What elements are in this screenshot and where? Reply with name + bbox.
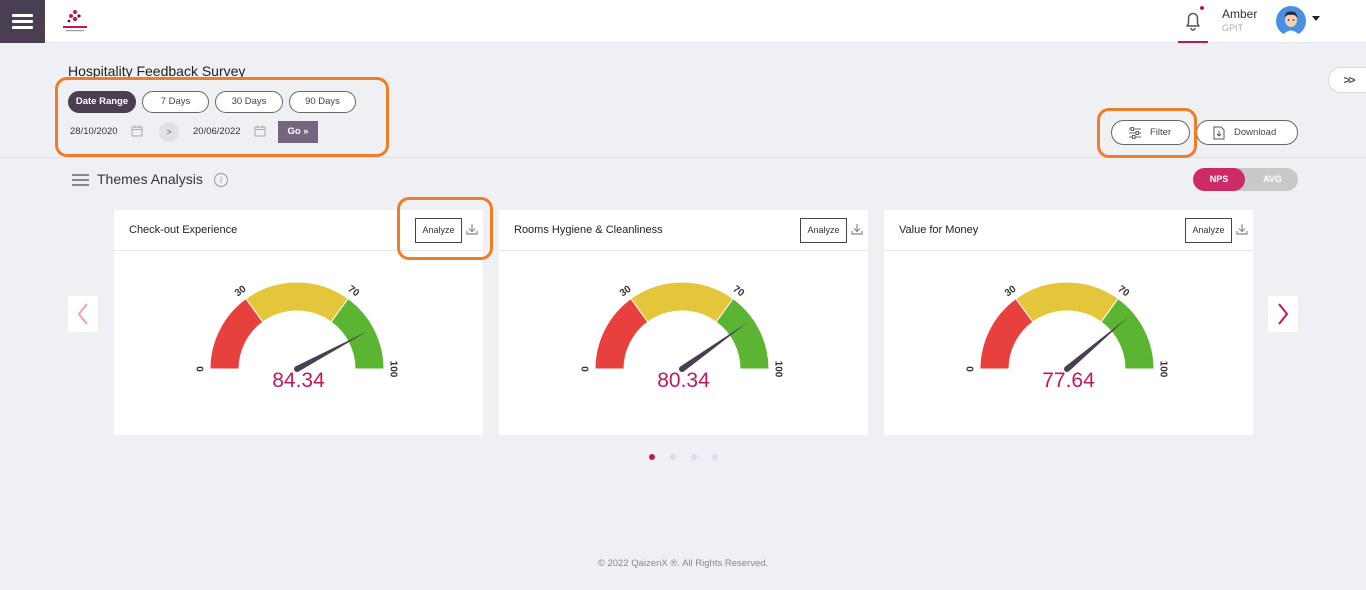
info-icon[interactable]: i — [214, 173, 228, 187]
download-icon[interactable] — [466, 223, 478, 235]
download-button[interactable]: Download — [1196, 120, 1298, 145]
chevron-right-icon: > — [166, 127, 172, 137]
gauge-band — [1015, 281, 1119, 323]
analyze-button[interactable]: Analyze — [415, 218, 462, 243]
gauge-chart: 0 30 70 100 — [966, 281, 1168, 378]
bell-icon — [1186, 6, 1204, 31]
7-days-button[interactable]: 7 Days — [142, 91, 209, 113]
company-logo — [63, 10, 87, 32]
gauge-needle-hub — [1064, 366, 1070, 372]
carousel-prev-button[interactable] — [68, 296, 98, 332]
expand-panel-button[interactable]: >> — [1328, 67, 1366, 93]
carousel-next-button[interactable] — [1268, 296, 1298, 332]
date-controls-highlight — [55, 77, 389, 157]
date-range-button[interactable]: Date Range — [68, 91, 136, 113]
theme-card: Rooms Hygiene & Cleanliness Analyze 80.3… — [499, 210, 868, 435]
gauge-tick-label: 100 — [387, 361, 398, 378]
card-title: Rooms Hygiene & Cleanliness — [514, 224, 663, 236]
card-title: Value for Money — [899, 224, 979, 236]
calendar-icon[interactable] — [254, 125, 266, 137]
gauge-needle-hub — [679, 366, 685, 372]
gauge-tick-label: 70 — [1116, 284, 1132, 300]
chevron-left-icon — [77, 303, 88, 325]
from-date-field[interactable]: 28/10/2020 — [70, 126, 118, 137]
gauge-tick-label: 30 — [233, 283, 249, 299]
calendar-icon[interactable] — [131, 125, 143, 137]
footer-copyright: © 2022 QaizenX ®. All Rights Reserved. — [597, 558, 769, 569]
theme-card: Check-out Experience Analyze 84.34 0 30 70 1… — [114, 210, 483, 435]
gauge-needle — [1065, 317, 1129, 372]
card-header: Rooms Hygiene & Cleanliness Analyze — [499, 210, 868, 251]
download-icon[interactable] — [1236, 223, 1248, 235]
gauge-chart: 0 30 70 100 — [196, 281, 398, 378]
gauge-tick-label: 100 — [772, 361, 783, 378]
double-chevron-right-icon: >> — [1343, 73, 1355, 87]
gauge-tick-label: 30 — [1003, 283, 1019, 299]
filter-button[interactable]: Filter — [1111, 120, 1190, 145]
gauge-tick-label: 0 — [581, 366, 592, 372]
hamburger-menu-button[interactable] — [0, 0, 45, 43]
gauge-tick-label: 70 — [731, 284, 747, 300]
sliders-icon — [1129, 127, 1141, 139]
download-label: Download — [1234, 127, 1277, 138]
user-avatar[interactable] — [1276, 6, 1306, 36]
filter-label: Filter — [1150, 127, 1172, 138]
theme-card: Value for Money Analyze 77.64 0 30 70 100 — [884, 210, 1253, 435]
user-organization: GPIT — [1222, 23, 1244, 33]
carousel-dot[interactable] — [712, 454, 718, 460]
notifications-button[interactable] — [1178, 0, 1208, 43]
gauge-tick-label: 0 — [966, 366, 977, 372]
card-title: Check-out Experience — [129, 224, 238, 236]
go-button[interactable]: Go » — [278, 121, 318, 143]
user-menu-chevron-down-icon[interactable] — [1312, 16, 1320, 21]
list-icon — [72, 174, 89, 186]
gauge-band — [630, 281, 734, 323]
gauge-tick-label: 0 — [196, 366, 207, 372]
gauge-tick-label: 30 — [618, 283, 634, 299]
carousel-dot[interactable] — [670, 454, 676, 460]
download-icon[interactable] — [851, 223, 863, 235]
carousel-dot[interactable] — [649, 454, 655, 460]
user-name[interactable]: Amber — [1222, 7, 1257, 21]
30-days-button[interactable]: 30 Days — [215, 91, 283, 113]
gauge-band — [245, 281, 349, 323]
top-bar: Amber GPIT — [0, 0, 1366, 43]
to-date-field[interactable]: 20/06/2022 — [193, 126, 241, 137]
carousel-dot[interactable] — [691, 454, 697, 460]
section-divider — [0, 157, 1366, 158]
gauge-needle-hub — [294, 366, 300, 372]
themes-analysis-title: Themes Analysis — [97, 171, 203, 187]
90-days-button[interactable]: 90 Days — [289, 91, 356, 113]
toggle-nps[interactable]: NPS — [1193, 168, 1245, 191]
page-title: Hospitality Feedback Survey — [68, 63, 246, 79]
gauge-tick-label: 100 — [1157, 361, 1168, 378]
document-download-icon — [1213, 126, 1225, 140]
nps-avg-toggle[interactable]: NPS AVG — [1193, 168, 1298, 191]
card-header: Check-out Experience Analyze — [114, 210, 483, 251]
chevron-right-icon — [1278, 303, 1289, 325]
toggle-avg[interactable]: AVG — [1247, 168, 1298, 191]
analyze-button[interactable]: Analyze — [1185, 218, 1232, 243]
date-range-next-button[interactable]: > — [159, 122, 179, 142]
analyze-button[interactable]: Analyze — [800, 218, 847, 243]
card-header: Value for Money Analyze — [884, 210, 1253, 251]
gauge-tick-label: 70 — [346, 284, 362, 300]
gauge-chart: 0 30 70 100 — [581, 281, 783, 378]
